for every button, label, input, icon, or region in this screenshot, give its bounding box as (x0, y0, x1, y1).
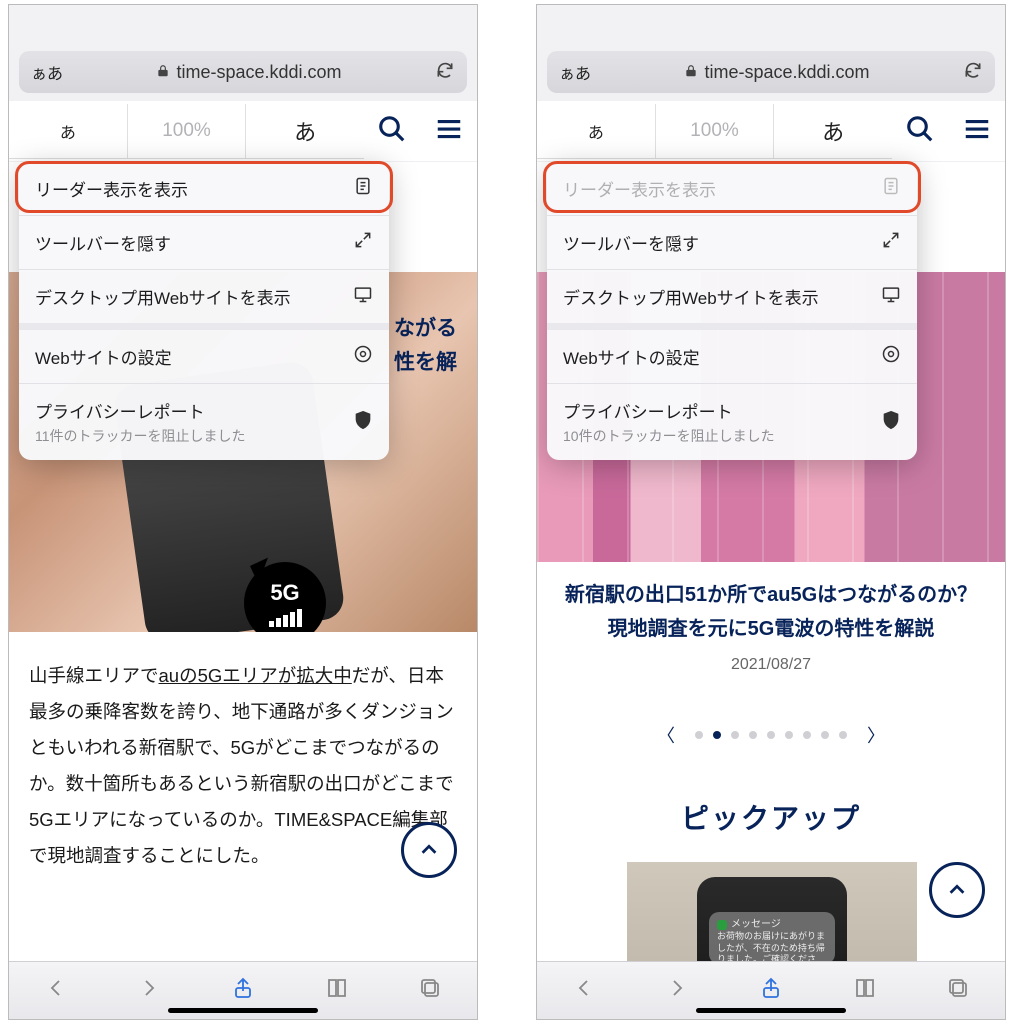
zoom-out-button[interactable]: あ (537, 104, 656, 158)
url-bar[interactable]: ぁあ time-space.kddi.com (19, 51, 467, 93)
reader-icon (353, 176, 373, 201)
url-display[interactable]: time-space.kddi.com (591, 62, 963, 83)
bookmarks-button[interactable] (853, 976, 877, 1005)
lock-icon (156, 62, 170, 83)
scroll-top-button[interactable] (401, 822, 457, 878)
menu-desktop-site[interactable]: デスクトップ用Webサイトを表示 (19, 270, 389, 323)
article-title-partial: ながる 性を解 (394, 312, 457, 379)
text-zoom-control: あ 100% あ (9, 104, 364, 159)
reload-icon[interactable] (963, 60, 983, 85)
back-button[interactable] (44, 976, 68, 1005)
url-text: time-space.kddi.com (176, 62, 341, 83)
page-top-row: あ 100% あ (537, 101, 1005, 161)
menu-privacy-report[interactable]: プライバシーレポート 10件のトラッカーを阻止しました (547, 384, 917, 460)
aa-popup-menu: リーダー表示を表示 ツールバーを隠す デスクトップ用Webサイトを表示 Webサ… (19, 162, 389, 460)
article-date: 2021/08/27 (537, 656, 1005, 674)
status-bar (537, 5, 1005, 51)
expand-icon (353, 230, 373, 255)
tabs-button[interactable] (418, 976, 442, 1005)
shield-icon (353, 410, 373, 435)
carousel-dot[interactable] (749, 731, 757, 739)
menu-desktop-site[interactable]: デスクトップ用Webサイトを表示 (547, 270, 917, 323)
expand-icon (881, 230, 901, 255)
carousel-dot[interactable] (767, 731, 775, 739)
share-button[interactable] (759, 976, 783, 1005)
back-button[interactable] (572, 976, 596, 1005)
menu-hide-toolbar[interactable]: ツールバーを隠す (547, 216, 917, 269)
hamburger-icon[interactable] (962, 114, 992, 149)
menu-site-settings[interactable]: Webサイトの設定 (19, 330, 389, 383)
carousel-dot[interactable] (731, 731, 739, 739)
menu-site-settings[interactable]: Webサイトの設定 (547, 330, 917, 383)
gear-icon (353, 344, 373, 369)
search-icon[interactable] (905, 114, 935, 149)
carousel-dot[interactable] (695, 731, 703, 739)
notification-mock: メッセージ お荷物のお届けにあがりましたが、不在のため持ち帰りました。ご確認くだ… (709, 912, 835, 964)
desktop-icon (353, 284, 373, 309)
bookmarks-button[interactable] (325, 976, 349, 1005)
carousel-indicator: 〈 〉 (537, 722, 1005, 748)
carousel-dot[interactable] (839, 731, 847, 739)
text-size-button[interactable]: ぁあ (31, 60, 63, 84)
article-body: 山手線エリアでauの5Gエリアが拡大中だが、日本最多の乗降客数を誇り、地下通路が… (29, 658, 457, 874)
aa-popup-menu: リーダー表示を表示 ツールバーを隠す デスクトップ用Webサイトを表示 Webサ… (547, 162, 917, 460)
scroll-top-button[interactable] (929, 862, 985, 918)
text-zoom-control: あ 100% あ (537, 104, 892, 159)
article-title: 新宿駅の出口51か所でau5Gはつながるのか？現地調査を元に5G電波の特性を解説 (557, 578, 985, 646)
menu-hide-toolbar[interactable]: ツールバーを隠す (19, 216, 389, 269)
carousel-dot[interactable] (785, 731, 793, 739)
carousel-next[interactable]: 〉 (857, 722, 895, 748)
privacy-subtitle: 11件のトラッカーを阻止しました (35, 426, 246, 446)
home-indicator (168, 1008, 318, 1013)
zoom-value: 100% (128, 104, 247, 158)
home-indicator (696, 1008, 846, 1013)
pickup-heading: ピックアップ (537, 797, 1005, 837)
forward-button[interactable] (137, 976, 161, 1005)
privacy-subtitle: 10件のトラッカーを阻止しました (563, 426, 775, 446)
page-top-row: あ 100% あ (9, 101, 477, 161)
article-link[interactable]: auの5Gエリアが拡大中 (159, 665, 352, 686)
search-icon[interactable] (377, 114, 407, 149)
carousel-dot[interactable] (713, 731, 721, 739)
shield-icon (881, 410, 901, 435)
5g-badge: 5G (244, 562, 326, 632)
menu-privacy-report[interactable]: プライバシーレポート 11件のトラッカーを阻止しました (19, 384, 389, 460)
menu-reader-view[interactable]: リーダー表示を表示 (19, 162, 389, 215)
zoom-out-button[interactable]: あ (9, 104, 128, 158)
url-bar[interactable]: ぁあ time-space.kddi.com (547, 51, 995, 93)
text-size-button[interactable]: ぁあ (559, 60, 591, 84)
phone-left: ぁあ time-space.kddi.com あ 100% あ ながる 性を解 … (8, 4, 478, 1020)
carousel-dot[interactable] (803, 731, 811, 739)
reload-icon[interactable] (435, 60, 455, 85)
url-text: time-space.kddi.com (704, 62, 869, 83)
desktop-icon (881, 284, 901, 309)
phone-right: ぁあ time-space.kddi.com あ 100% あ 新宿駅の出口51… (536, 4, 1006, 1020)
status-bar (9, 5, 477, 51)
tabs-button[interactable] (946, 976, 970, 1005)
zoom-in-button[interactable]: あ (246, 104, 364, 158)
carousel-dot[interactable] (821, 731, 829, 739)
share-button[interactable] (231, 976, 255, 1005)
gear-icon (881, 344, 901, 369)
hamburger-icon[interactable] (434, 114, 464, 149)
zoom-in-button[interactable]: あ (774, 104, 892, 158)
lock-icon (684, 62, 698, 83)
carousel-prev[interactable]: 〈 (647, 722, 685, 748)
forward-button[interactable] (665, 976, 689, 1005)
zoom-value: 100% (656, 104, 775, 158)
reader-icon (881, 176, 901, 201)
menu-reader-view: リーダー表示を表示 (547, 162, 917, 215)
url-display[interactable]: time-space.kddi.com (63, 62, 435, 83)
